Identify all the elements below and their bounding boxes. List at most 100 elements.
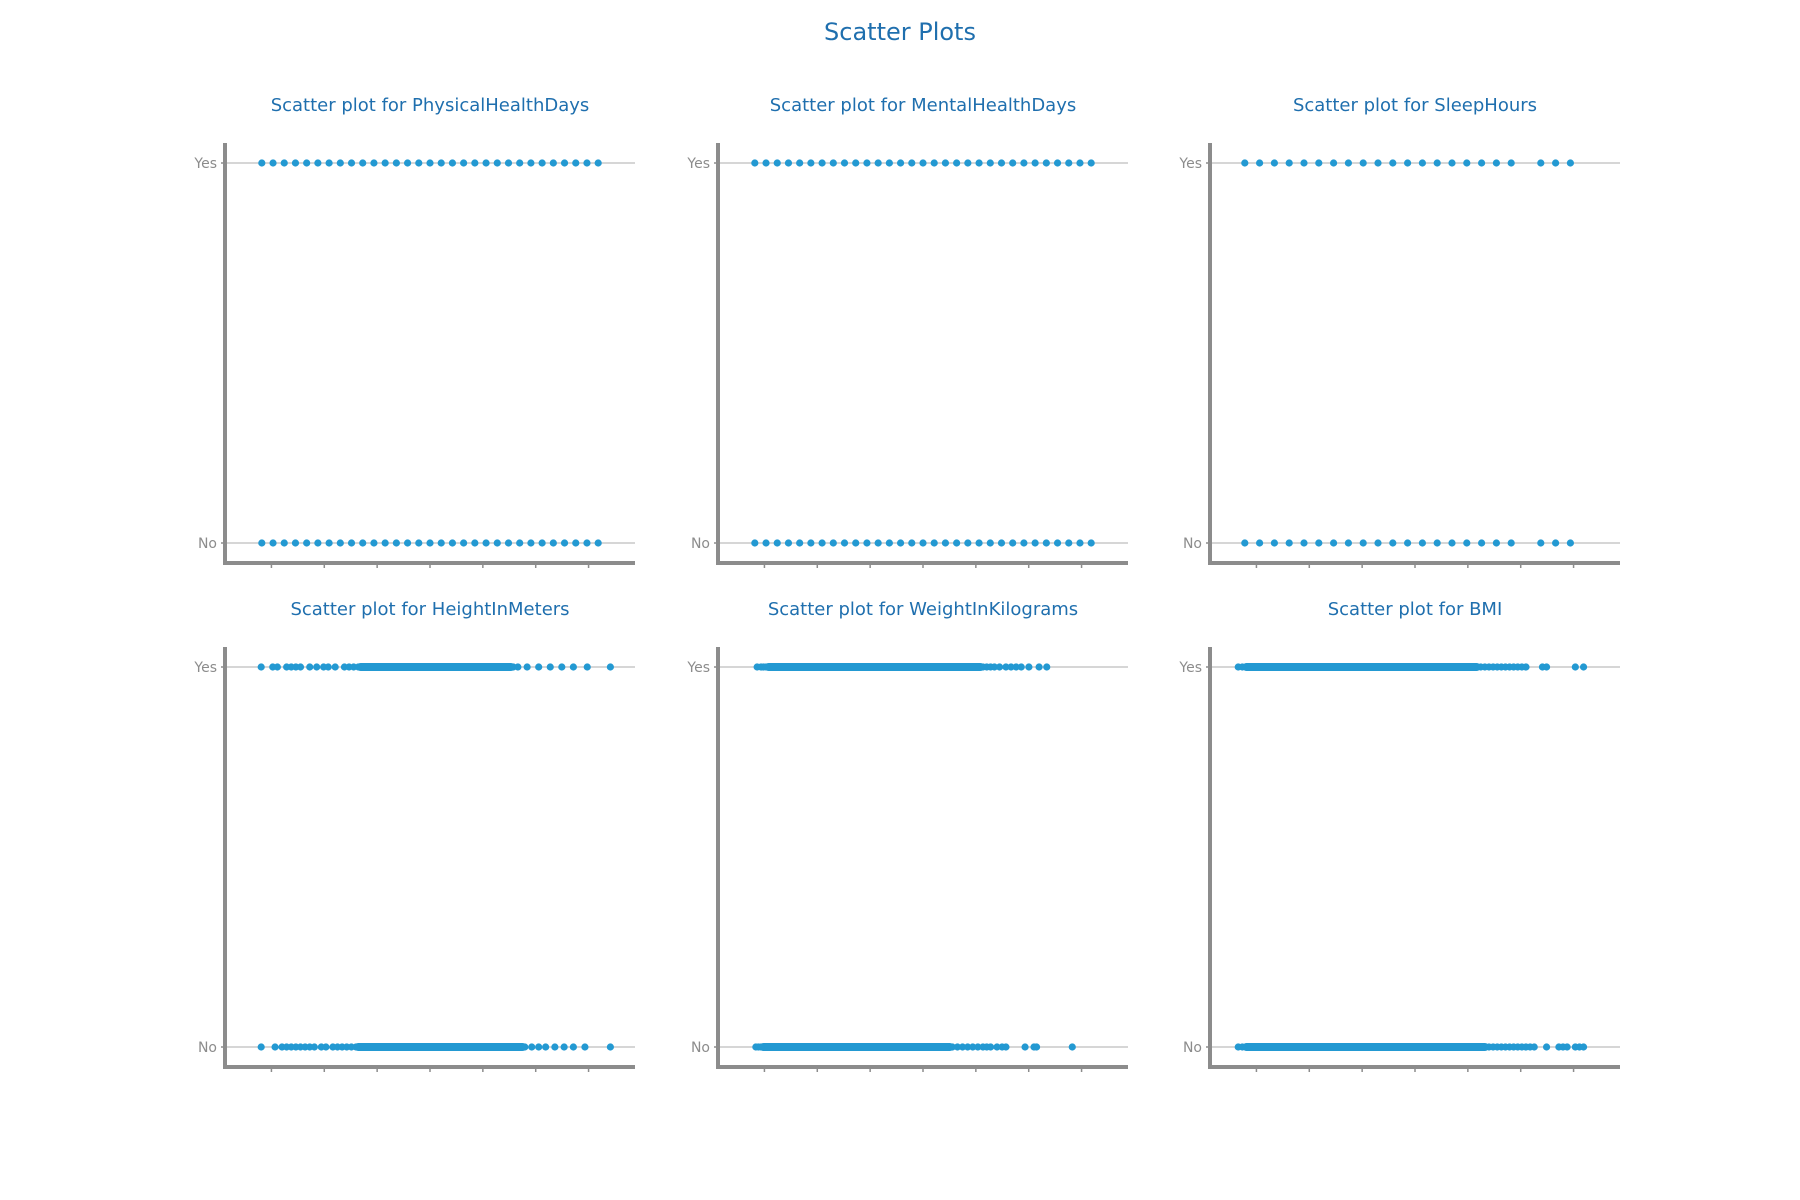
data-point: [953, 539, 961, 547]
data-point: [1552, 539, 1560, 547]
data-point: [1537, 539, 1545, 547]
data-point: [751, 539, 759, 547]
data-point: [930, 159, 938, 167]
data-point: [594, 159, 602, 167]
data-point: [493, 159, 501, 167]
data-point: [762, 663, 770, 671]
y-tick-label-yes: Yes: [686, 156, 710, 172]
data-point: [908, 159, 916, 167]
data-point: [551, 1043, 559, 1051]
data-point: [1020, 159, 1028, 167]
data-point: [437, 539, 445, 547]
data-point: [975, 159, 983, 167]
data-point: [271, 1043, 279, 1051]
data-point: [757, 1043, 765, 1051]
data-point: [1448, 159, 1456, 167]
data-point: [460, 159, 468, 167]
data-point: [796, 159, 804, 167]
data-point: [560, 159, 569, 167]
data-point: [818, 539, 826, 547]
data-point: [313, 663, 321, 671]
data-point: [354, 663, 362, 671]
data-point: [1359, 539, 1367, 547]
data-point: [572, 159, 580, 167]
data-point: [471, 159, 479, 167]
data-point: [1285, 159, 1293, 167]
data-point: [1256, 539, 1264, 547]
data-point: [606, 663, 614, 671]
data-point: [1002, 1043, 1010, 1051]
data-point: [448, 539, 457, 547]
data-point: [1552, 159, 1560, 167]
data-point: [986, 539, 994, 547]
data-point: [482, 539, 490, 547]
data-point: [1065, 159, 1073, 167]
data-point: [460, 539, 468, 547]
data-point: [1566, 159, 1574, 167]
data-point: [863, 159, 871, 167]
data-point: [258, 539, 266, 547]
y-tick-label-no: No: [691, 536, 710, 552]
data-point: [569, 1043, 577, 1051]
data-point: [482, 159, 490, 167]
data-point: [1463, 159, 1471, 167]
data-point: [324, 663, 332, 671]
data-point: [291, 539, 300, 547]
data-point: [528, 1043, 536, 1051]
data-point: [415, 159, 423, 167]
data-point: [1566, 539, 1574, 547]
data-point: [1053, 159, 1062, 167]
data-point: [1031, 539, 1039, 547]
data-point: [1042, 159, 1050, 167]
scatter-panel-6: Scatter plot for BMI No Yes: [1178, 599, 1620, 1072]
panel-title: Scatter plot for BMI: [1328, 599, 1503, 620]
data-point: [331, 663, 339, 671]
panel-title: Scatter plot for PhysicalHealthDays: [271, 95, 590, 116]
data-point: [1068, 1043, 1076, 1051]
data-point: [322, 1043, 330, 1051]
data-point: [359, 539, 367, 547]
data-point: [560, 539, 569, 547]
data-point: [549, 159, 557, 167]
data-point: [1330, 539, 1338, 547]
data-point: [296, 663, 305, 671]
data-point: [448, 159, 457, 167]
data-point: [426, 539, 434, 547]
data-point: [987, 1043, 995, 1051]
data-point: [1433, 539, 1441, 547]
data-point: [1285, 539, 1293, 547]
data-point: [560, 1043, 568, 1051]
data-point: [546, 663, 554, 671]
data-point: [527, 539, 535, 547]
data-point: [493, 539, 501, 547]
data-point: [314, 539, 322, 547]
data-point: [352, 1043, 360, 1051]
data-point: [325, 159, 333, 167]
scatter-plots-grid: Scatter plot for PhysicalHealthDays No Yes…: [193, 95, 1620, 1072]
data-point: [1579, 663, 1588, 671]
data-point: [594, 539, 602, 547]
data-point: [1241, 159, 1249, 167]
data-point: [852, 159, 860, 167]
data-point: [280, 539, 288, 547]
data-point: [953, 159, 961, 167]
data-point: [542, 1043, 550, 1051]
data-point: [885, 159, 893, 167]
data-point: [1330, 159, 1338, 167]
data-point: [863, 539, 871, 547]
data-point: [1017, 663, 1025, 671]
data-point: [535, 1043, 543, 1051]
data-point: [1542, 1043, 1551, 1051]
data-point: [1087, 159, 1095, 167]
data-point: [840, 159, 849, 167]
data-point: [1256, 159, 1264, 167]
data-point: [516, 159, 524, 167]
data-point: [1507, 539, 1515, 547]
panel-title: Scatter plot for MentalHealthDays: [770, 95, 1076, 116]
data-point: [370, 539, 378, 547]
data-point: [1076, 539, 1084, 547]
data-point: [426, 159, 434, 167]
y-tick-label-no: No: [691, 1040, 710, 1056]
data-point: [1530, 1043, 1538, 1051]
panel-title: Scatter plot for SleepHours: [1293, 95, 1537, 116]
